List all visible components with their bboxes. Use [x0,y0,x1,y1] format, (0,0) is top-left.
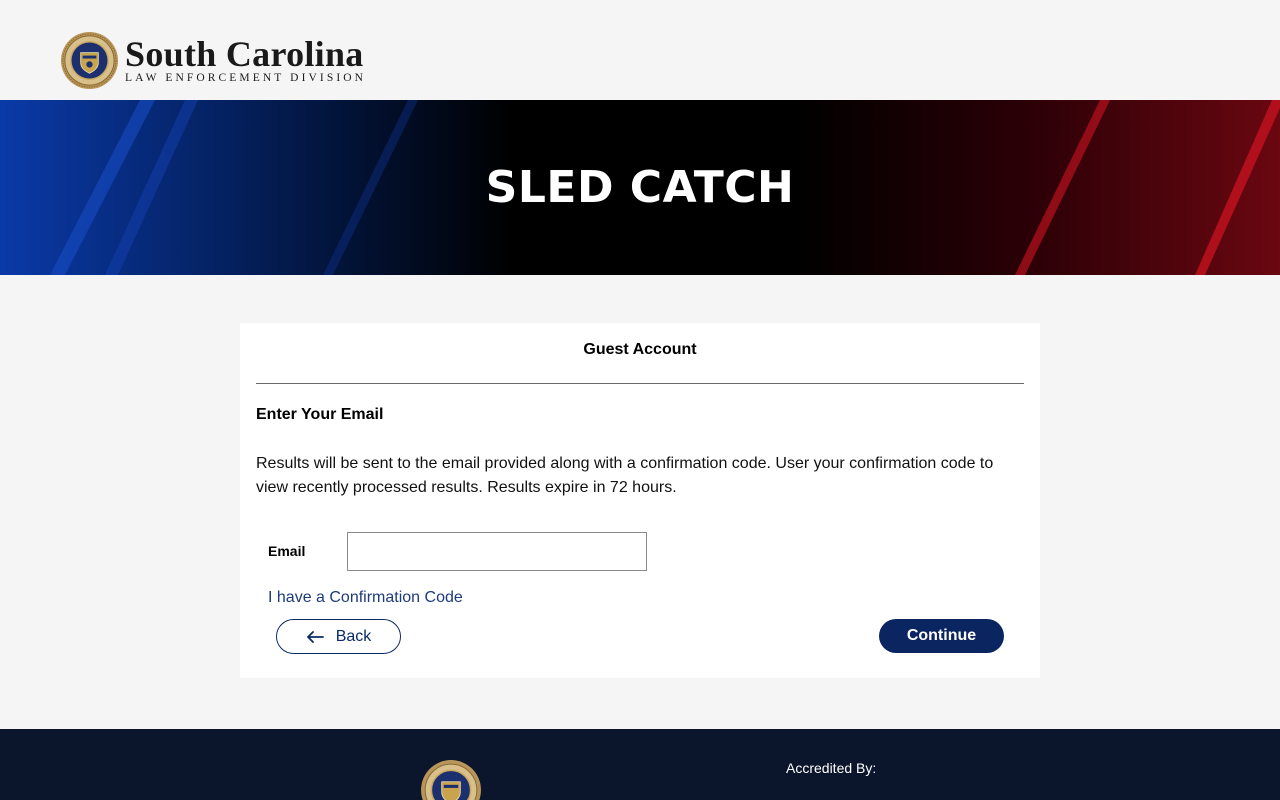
back-button[interactable]: Back [276,619,401,654]
email-label: Email [268,543,306,559]
card-title: Guest Account [583,341,697,358]
guest-account-card: Guest Account Enter Your Email Results w… [240,323,1040,678]
section-title: Enter Your Email [256,406,384,423]
sled-seal-icon [60,31,119,90]
hero-banner: SLED CATCH [0,100,1280,275]
back-button-label: Back [335,627,372,645]
logo-subtitle: LAW ENFORCEMENT DIVISION [125,72,367,84]
arrow-left-icon [306,630,324,643]
confirmation-code-link[interactable]: I have a Confirmation Code [268,589,463,607]
email-input[interactable] [347,532,647,571]
info-text: Results will be sent to the email provid… [256,455,994,496]
sled-logo[interactable]: South Carolina LAW ENFORCEMENT DIVISION [60,31,366,90]
site-footer: Accredited By: [0,729,1280,800]
banner-title: SLED CATCH [485,162,795,213]
continue-button[interactable]: Continue [879,619,1004,653]
accredited-by-label: Accredited By: [786,760,877,776]
footer-seal-icon [421,760,481,800]
logo-title: South Carolina [125,34,364,74]
card-divider [256,383,1024,384]
site-header: South Carolina LAW ENFORCEMENT DIVISION [0,0,1280,100]
